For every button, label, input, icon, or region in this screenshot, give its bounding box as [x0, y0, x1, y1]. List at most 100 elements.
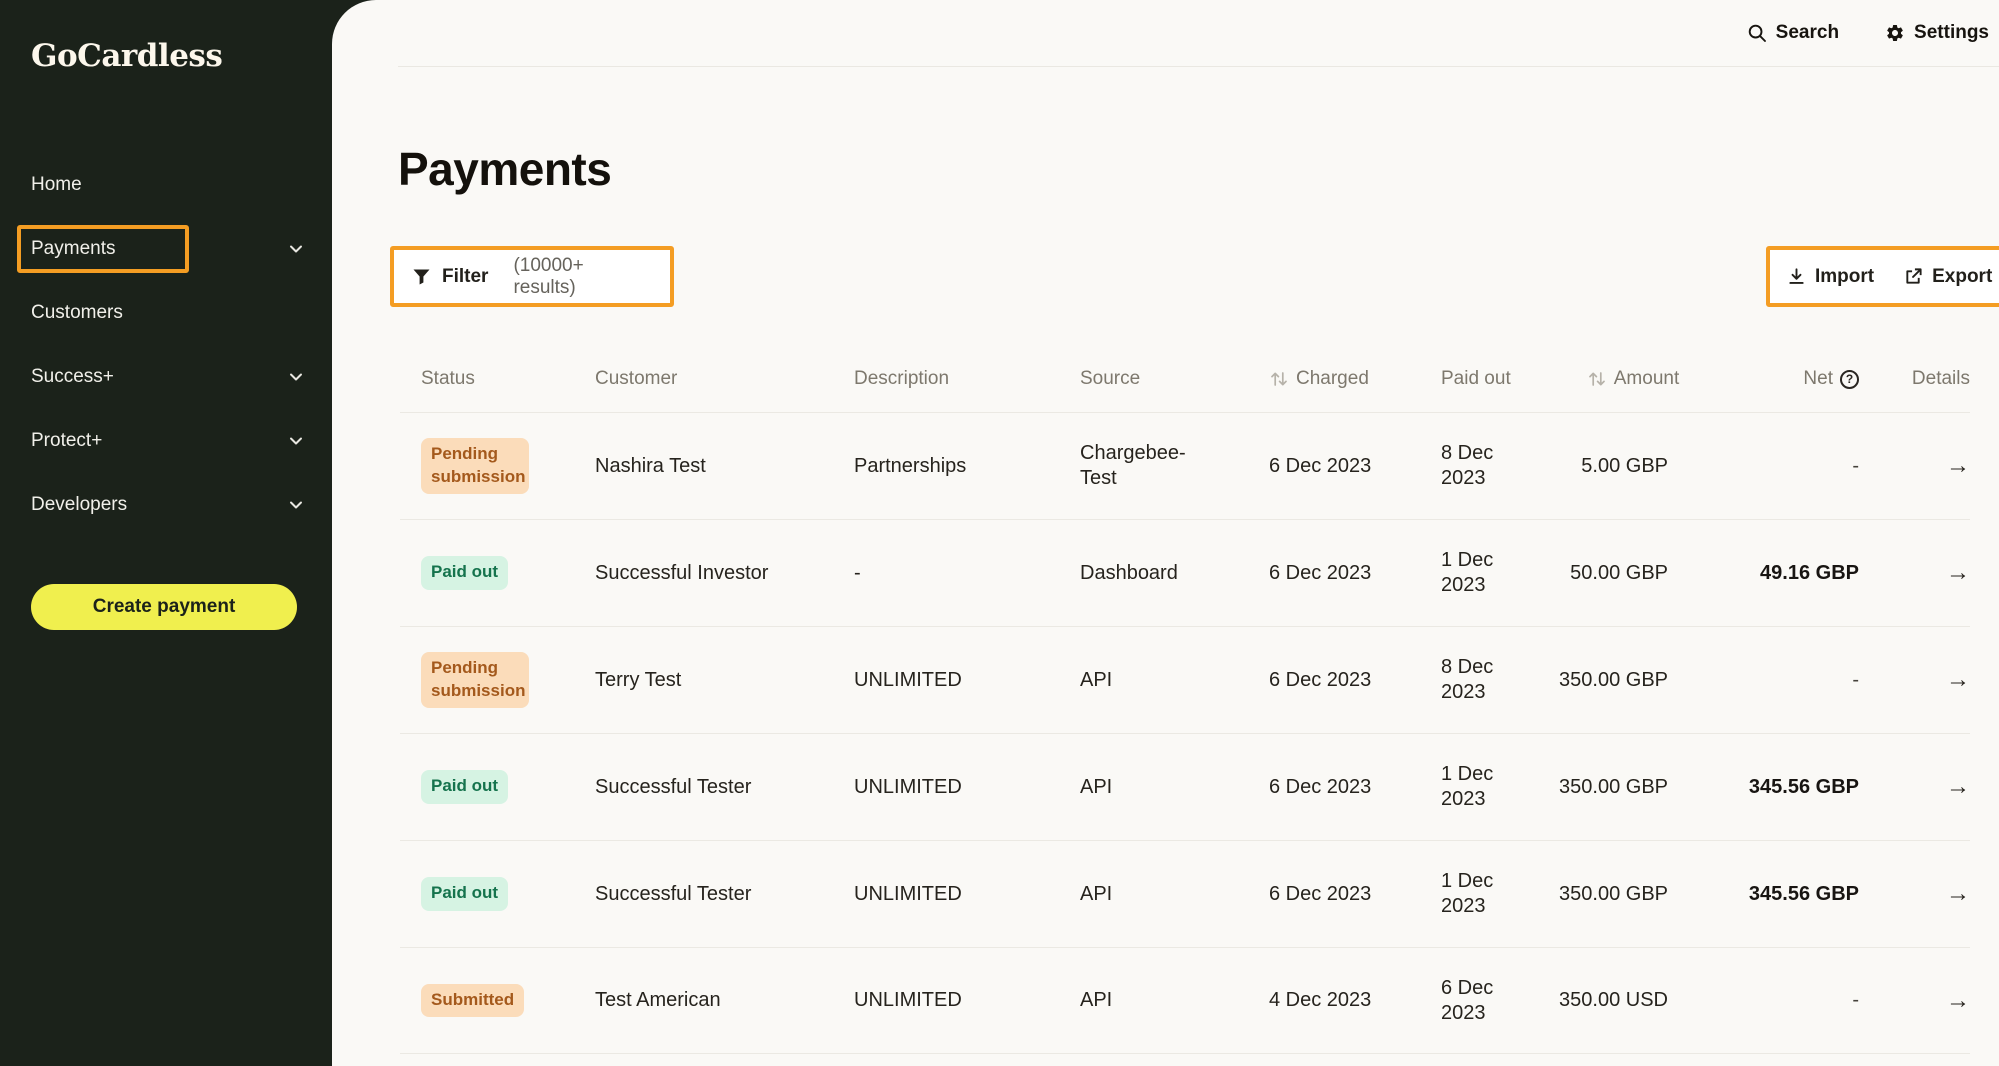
column-header-source: Source	[1080, 368, 1269, 390]
status-cell: Pending submission	[400, 438, 595, 495]
column-header-status: Status	[400, 368, 595, 390]
amount-cell: 350.00 GBP	[1557, 776, 1709, 799]
chevron-down-icon[interactable]	[286, 239, 306, 259]
status-cell: Paid out	[400, 877, 595, 911]
status-badge: Paid out	[421, 877, 508, 911]
net-cell: 49.16 GBP	[1709, 562, 1859, 585]
import-button[interactable]: Import	[1787, 266, 1874, 288]
main-content: Search Settings Payments Filter (10000+ …	[332, 0, 1999, 1066]
details-arrow-icon[interactable]: →	[1859, 452, 1970, 480]
column-header-charged[interactable]: Charged	[1269, 368, 1441, 390]
column-header-amount[interactable]: Amount	[1557, 368, 1709, 390]
chevron-down-icon[interactable]	[286, 367, 306, 387]
amount-cell: 350.00 GBP	[1557, 883, 1709, 906]
customer-cell: Terry Test	[595, 669, 854, 692]
charged-cell: 6 Dec 2023	[1269, 883, 1441, 906]
table-row[interactable]: Pending submission Nashira Test Partners…	[400, 412, 1970, 519]
details-arrow-icon[interactable]: →	[1859, 773, 1970, 801]
sidebar-item-developers[interactable]: Developers	[0, 473, 332, 537]
table-row[interactable]: Paid out Successful Tester UNLIMITED API…	[400, 733, 1970, 840]
column-header-details: Details	[1859, 368, 1970, 390]
download-icon	[1787, 267, 1806, 286]
source-cell: API	[1080, 668, 1269, 693]
customer-cell: Successful Investor	[595, 562, 854, 585]
table-body: Pending submission Nashira Test Partners…	[400, 412, 1970, 1054]
filter-button[interactable]: Filter (10000+ results)	[413, 255, 651, 299]
sort-icon[interactable]	[1269, 370, 1289, 388]
paid-out-cell: 1 Dec 2023	[1441, 548, 1557, 598]
export-button[interactable]: Export	[1904, 266, 1992, 288]
sidebar-item-success-plus[interactable]: Success+	[0, 345, 332, 409]
import-label: Import	[1815, 266, 1874, 288]
chevron-down-icon[interactable]	[286, 431, 306, 451]
search-button[interactable]: Search	[1747, 22, 1839, 44]
column-header-net: Net ?	[1709, 368, 1859, 390]
export-label: Export	[1932, 266, 1992, 288]
create-payment-button[interactable]: Create payment	[31, 584, 297, 630]
description-cell: UNLIMITED	[854, 669, 1080, 692]
amount-cell: 50.00 GBP	[1557, 562, 1709, 585]
status-badge: Paid out	[421, 556, 508, 590]
amount-cell: 350.00 GBP	[1557, 669, 1709, 692]
status-badge: Paid out	[421, 770, 508, 804]
sidebar-item-home[interactable]: Home	[0, 153, 332, 217]
status-cell: Paid out	[400, 556, 595, 590]
table-row[interactable]: Paid out Successful Investor - Dashboard…	[400, 519, 1970, 626]
sidebar-item-payments[interactable]: Payments	[0, 217, 332, 281]
column-header-description: Description	[854, 368, 1080, 390]
app-screen: GoCardless Home Payments Customers Succe…	[0, 0, 1999, 1066]
filter-results-count: (10000+ results)	[513, 255, 651, 299]
sidebar-item-label: Success+	[31, 366, 114, 388]
gear-icon	[1885, 23, 1905, 43]
sidebar-item-label: Payments	[31, 238, 115, 260]
details-arrow-icon[interactable]: →	[1859, 559, 1970, 587]
net-cell: -	[1709, 455, 1859, 478]
paid-out-cell: 1 Dec 2023	[1441, 762, 1557, 812]
table-row[interactable]: Paid out Successful Tester UNLIMITED API…	[400, 840, 1970, 947]
column-header-paid-out: Paid out	[1441, 368, 1557, 390]
details-arrow-icon[interactable]: →	[1859, 880, 1970, 908]
annotation-highlight-import-export: Import Export	[1766, 246, 1999, 307]
paid-out-cell: 8 Dec 2023	[1441, 441, 1557, 491]
sidebar-item-protect-plus[interactable]: Protect+	[0, 409, 332, 473]
charged-cell: 6 Dec 2023	[1269, 562, 1441, 585]
net-help-icon[interactable]: ?	[1840, 370, 1859, 389]
sidebar-item-customers[interactable]: Customers	[0, 281, 332, 345]
source-cell: API	[1080, 988, 1269, 1013]
status-badge: Pending submission	[421, 438, 529, 495]
table-row[interactable]: Pending submission Terry Test UNLIMITED …	[400, 626, 1970, 733]
details-arrow-icon[interactable]: →	[1859, 666, 1970, 694]
settings-label: Settings	[1914, 22, 1989, 44]
net-cell: -	[1709, 989, 1859, 1012]
net-cell: 345.56 GBP	[1709, 883, 1859, 906]
description-cell: UNLIMITED	[854, 989, 1080, 1012]
filter-label: Filter	[442, 266, 488, 288]
settings-button[interactable]: Settings	[1885, 22, 1989, 44]
paid-out-cell: 6 Dec 2023	[1441, 976, 1557, 1026]
external-link-icon	[1904, 267, 1923, 286]
sort-icon[interactable]	[1587, 370, 1607, 388]
topbar: Search Settings	[332, 0, 1999, 66]
description-cell: UNLIMITED	[854, 883, 1080, 906]
status-cell: Pending submission	[400, 652, 595, 709]
customer-cell: Test American	[595, 989, 854, 1012]
sidebar-item-label: Developers	[31, 494, 127, 516]
paid-out-cell: 8 Dec 2023	[1441, 655, 1557, 705]
paid-out-cell: 1 Dec 2023	[1441, 869, 1557, 919]
chevron-down-icon[interactable]	[286, 495, 306, 515]
source-cell: API	[1080, 775, 1269, 800]
details-arrow-icon[interactable]: →	[1859, 987, 1970, 1015]
description-cell: -	[854, 562, 1080, 585]
sidebar-item-label: Protect+	[31, 430, 102, 452]
annotation-highlight-filter: Filter (10000+ results)	[390, 246, 674, 307]
net-cell: -	[1709, 669, 1859, 692]
sidebar-item-label: Home	[31, 174, 82, 196]
table-row[interactable]: Submitted Test American UNLIMITED API 4 …	[400, 947, 1970, 1054]
sidebar-item-label: Customers	[31, 302, 123, 324]
gocardless-logo: GoCardless	[31, 38, 222, 74]
customer-cell: Nashira Test	[595, 455, 854, 478]
charged-cell: 6 Dec 2023	[1269, 776, 1441, 799]
description-cell: Partnerships	[854, 455, 1080, 478]
search-label: Search	[1776, 22, 1839, 44]
amount-cell: 5.00 GBP	[1557, 455, 1709, 478]
